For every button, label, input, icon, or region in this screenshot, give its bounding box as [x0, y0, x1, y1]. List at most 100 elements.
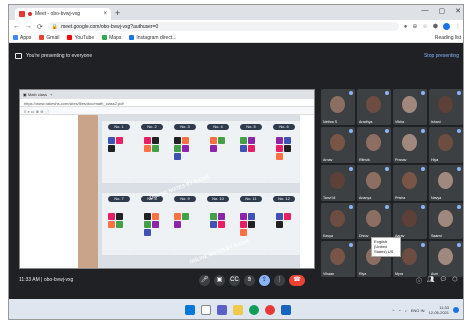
- people-icon[interactable]: 👥︎: [427, 276, 435, 285]
- app-icon[interactable]: [265, 305, 275, 315]
- stop-presenting-button[interactable]: Stop presenting: [424, 53, 459, 59]
- card-label: No. 2: [141, 124, 163, 130]
- presenting-text: You're presenting to everyone: [26, 53, 93, 59]
- participant-tile[interactable]: Tanvi M: [321, 165, 355, 201]
- language-indicator[interactable]: ENG IN: [411, 308, 425, 313]
- url-input[interactable]: 🔒 meet.google.com/obo-bvwj-vxg?authuser=…: [47, 22, 399, 31]
- participant-tile[interactable]: Hiya: [429, 127, 463, 163]
- bookmark-apps[interactable]: Apps: [13, 35, 31, 41]
- language-tooltip: English (United States) US: [371, 237, 401, 257]
- participant-tile[interactable]: Rithvik: [357, 127, 391, 163]
- close-tab-icon[interactable]: ×: [103, 11, 107, 17]
- search-icon[interactable]: [201, 305, 211, 315]
- participant-tile[interactable]: Prisha: [393, 165, 427, 201]
- taskbar-icons: [185, 305, 291, 315]
- maximize-icon[interactable]: ▢: [439, 7, 446, 15]
- participant-name: Tanvi M: [323, 196, 336, 200]
- participant-tile[interactable]: Navya: [429, 165, 463, 201]
- cube-block: [276, 221, 283, 228]
- present-screen-icon: [15, 53, 22, 59]
- notification-icon[interactable]: [453, 307, 459, 313]
- cube-block: [144, 213, 151, 220]
- bookmark-gmail[interactable]: Gmail: [39, 35, 59, 41]
- back-icon[interactable]: ←: [13, 23, 20, 30]
- wifi-icon[interactable]: ◔: [398, 308, 400, 313]
- recording-dot-icon: [28, 12, 32, 16]
- end-call-button[interactable]: ☎: [289, 274, 305, 286]
- task-view-icon[interactable]: [217, 305, 227, 315]
- minimize-icon[interactable]: —: [422, 7, 429, 15]
- camera-status-icon[interactable]: ●: [404, 24, 408, 30]
- participant-tile[interactable]: Vibha: [393, 89, 427, 125]
- bookmark-maps[interactable]: Maps: [102, 35, 121, 41]
- cube-block: [174, 137, 181, 144]
- shared-new-tab-icon: +: [50, 92, 53, 97]
- participant-tile[interactable]: Arnav: [321, 127, 355, 163]
- participant-tile[interactable]: Aradhya: [357, 89, 391, 125]
- maps-icon: [102, 35, 108, 40]
- card-label: No. 9: [174, 196, 196, 202]
- star-icon[interactable]: ☆: [422, 23, 427, 30]
- participant-tile[interactable]: Nethra S: [321, 89, 355, 125]
- cube-block: [218, 213, 225, 220]
- camera-button[interactable]: ▣: [214, 274, 225, 286]
- cube-block: [152, 221, 159, 228]
- card-label: No. 7: [108, 196, 130, 202]
- zoom-icon[interactable]: ⊕: [412, 23, 417, 30]
- speaker-icon[interactable]: ♪: [405, 308, 407, 313]
- bookmark-youtube[interactable]: YouTube: [67, 35, 94, 41]
- meeting-time-code: 11:33 AM | obo-bvwj-vxg: [19, 277, 74, 283]
- mic-button[interactable]: 🎤︎: [199, 274, 210, 286]
- activities-icon[interactable]: ⬡: [452, 276, 457, 285]
- cube-block: [152, 213, 159, 220]
- clock-date: 12-05-2021: [428, 310, 449, 315]
- participant-tile[interactable]: Ishani: [429, 89, 463, 125]
- shared-screen: ▣ Math class + https://www.rakeshs.com/s…: [19, 89, 315, 269]
- extension-icon[interactable]: ⬢: [433, 23, 438, 30]
- more-options-button[interactable]: ⋮: [274, 274, 285, 286]
- cube-block: [240, 213, 247, 220]
- control-buttons: 🎤︎ ▣ CC ✋︎ ⇪ ⋮ ☎: [199, 274, 305, 286]
- participant-name: Aradhya: [359, 120, 373, 124]
- block-card: No. 2: [135, 121, 169, 183]
- clock[interactable]: 11:33 12-05-2021: [429, 305, 449, 315]
- cube-block: [248, 145, 255, 152]
- participant-tile[interactable]: Pranav: [393, 127, 427, 163]
- participant-tile[interactable]: Saanvi: [429, 203, 463, 239]
- cube-block: [240, 137, 247, 144]
- chrome-icon[interactable]: [249, 305, 259, 315]
- bookmark-instagram[interactable]: Instagram direct...: [129, 35, 176, 41]
- close-window-icon[interactable]: ✕: [455, 7, 461, 15]
- raise-hand-button[interactable]: ✋︎: [244, 274, 255, 286]
- cube-block: [152, 137, 159, 144]
- new-tab-button[interactable]: +: [115, 8, 120, 18]
- cube-block: [174, 213, 181, 220]
- participant-tile[interactable]: Kavya: [321, 203, 355, 239]
- cube-block: [182, 137, 189, 144]
- card-label: No. 10: [207, 196, 229, 202]
- cube-block: [144, 137, 151, 144]
- profile-avatar[interactable]: [443, 23, 450, 30]
- participant-tile[interactable]: Aarav: [393, 203, 427, 239]
- participant-video: [438, 248, 453, 265]
- cube-block: [240, 145, 247, 152]
- participant-tile[interactable]: Ananya: [357, 165, 391, 201]
- file-explorer-icon[interactable]: [233, 305, 243, 315]
- present-button[interactable]: ⇪: [259, 274, 270, 286]
- captions-button[interactable]: CC: [229, 274, 240, 286]
- start-icon[interactable]: [185, 305, 195, 315]
- tray-chevron-icon[interactable]: ^: [392, 308, 394, 313]
- edge-icon[interactable]: [281, 305, 291, 315]
- cube-block: [174, 145, 181, 152]
- forward-icon[interactable]: →: [25, 23, 32, 30]
- info-icon[interactable]: ⓘ: [416, 276, 422, 285]
- reload-icon[interactable]: ⟳: [37, 23, 43, 31]
- chat-icon[interactable]: 💬︎: [440, 276, 448, 285]
- menu-icon[interactable]: ⋮: [455, 23, 461, 30]
- participant-tile[interactable]: Dhruv: [357, 203, 391, 239]
- participant-name: Dhruv: [359, 234, 369, 238]
- reading-list[interactable]: Reading list: [435, 35, 461, 41]
- participant-video: [402, 210, 417, 227]
- browser-tab-meet[interactable]: Meet - obo-bvwj-vxg ×: [15, 8, 111, 20]
- address-bar: ← → ⟳ 🔒 meet.google.com/obo-bvwj-vxg?aut…: [9, 20, 463, 33]
